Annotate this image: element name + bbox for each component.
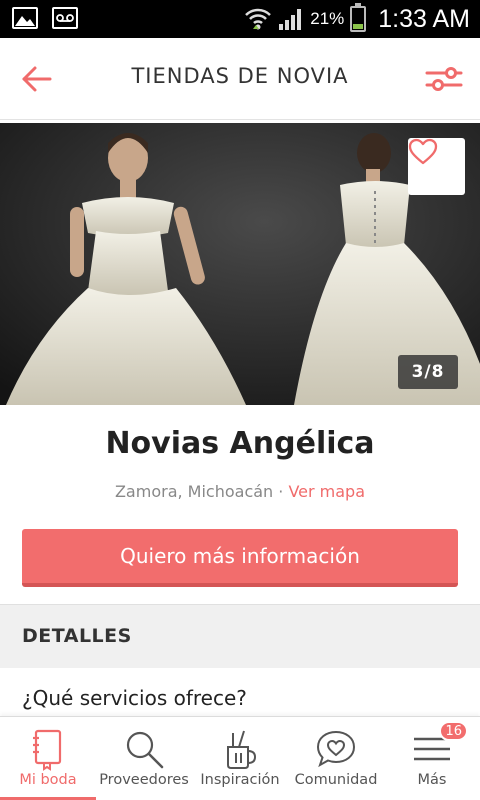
nav-item-mi-boda[interactable]: Mi boda — [0, 717, 96, 800]
nav-item-proveedores[interactable]: Proveedores — [96, 717, 192, 800]
nav-label-mas: Más — [417, 772, 447, 788]
notification-badge: 16 — [439, 721, 468, 741]
battery-icon — [350, 3, 367, 32]
view-map-link[interactable]: Ver mapa — [288, 482, 365, 501]
heart-chat-icon — [316, 730, 356, 768]
nav-label-comunidad: Comunidad — [294, 772, 378, 788]
favorite-button[interactable] — [408, 138, 465, 195]
pencil-cup-icon — [227, 730, 257, 769]
nav-label-proveedores: Proveedores — [99, 772, 189, 788]
shop-location-line: Zamora, Michoacán · Ver mapa — [0, 482, 480, 501]
location-separator: · — [273, 482, 289, 501]
sliders-icon[interactable] — [424, 62, 464, 96]
nav-item-mas[interactable]: 16 Más — [384, 717, 480, 800]
services-question: ¿Qué servicios ofrece? — [22, 686, 247, 710]
search-icon — [126, 731, 164, 769]
clock: 1:33 AM — [378, 4, 470, 33]
nav-label-inspiracion: Inspiración — [200, 772, 280, 788]
page-title: TIENDAS DE NOVIA — [131, 64, 349, 88]
wifi-icon — [245, 8, 272, 30]
nav-label-mi-boda: Mi boda — [19, 772, 77, 788]
details-title: DETALLES — [22, 625, 132, 647]
app-header: TIENDAS DE NOVIA — [0, 38, 480, 120]
nav-item-comunidad[interactable]: Comunidad — [288, 717, 384, 800]
bottom-navigation: Mi boda Proveedores Inspiración Comunida… — [0, 716, 480, 800]
notebook-icon — [33, 729, 62, 771]
request-info-button[interactable]: Quiero más información — [22, 529, 458, 587]
photo-gallery[interactable]: 3/8 — [0, 123, 480, 405]
battery-percent: 21% — [310, 9, 345, 28]
heart-icon — [408, 138, 438, 165]
voicemail-icon — [52, 7, 78, 29]
status-bar: 21% 1:33 AM — [0, 0, 480, 38]
details-section-header: DETALLES — [0, 604, 480, 668]
shop-name: Novias Angélica — [105, 426, 375, 461]
image-notification-icon — [12, 7, 38, 29]
nav-item-inspiracion[interactable]: Inspiración — [192, 717, 288, 800]
signal-icon — [279, 9, 302, 30]
photo-counter: 3/8 — [398, 355, 458, 389]
shop-location: Zamora, Michoacán — [114, 482, 274, 501]
